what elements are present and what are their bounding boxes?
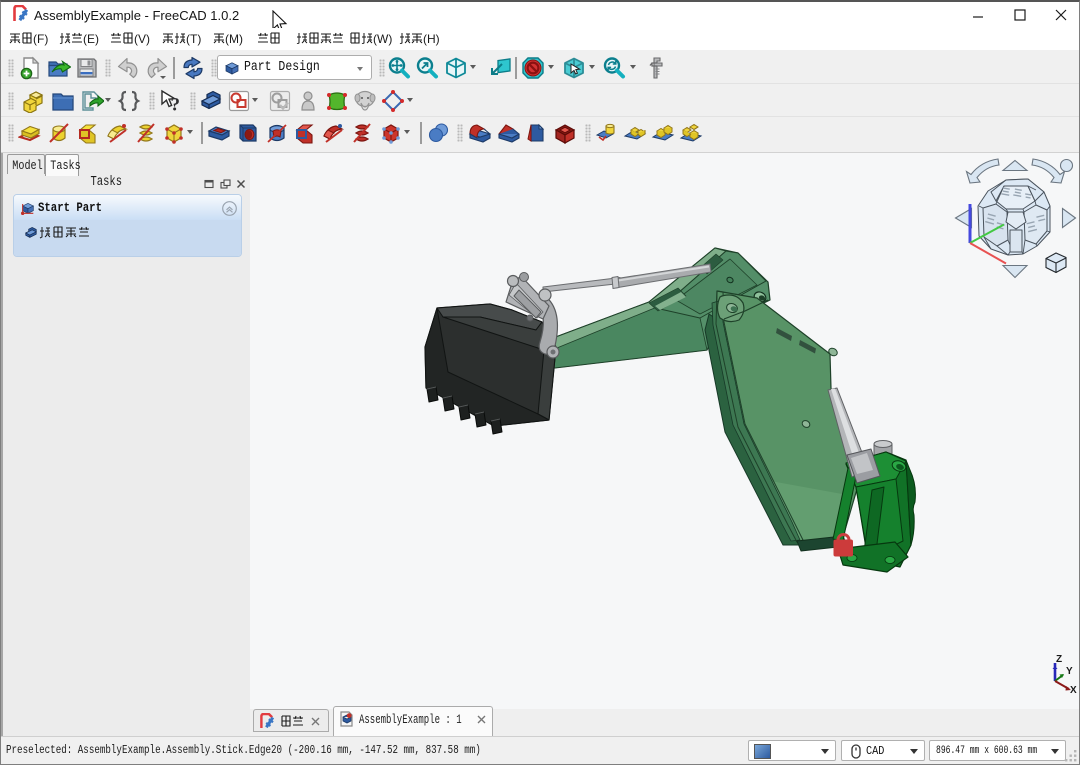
- svg-text:Y: Y: [1066, 666, 1073, 677]
- svg-text:X: X: [1070, 685, 1077, 696]
- svg-text:Z: Z: [1056, 654, 1062, 665]
